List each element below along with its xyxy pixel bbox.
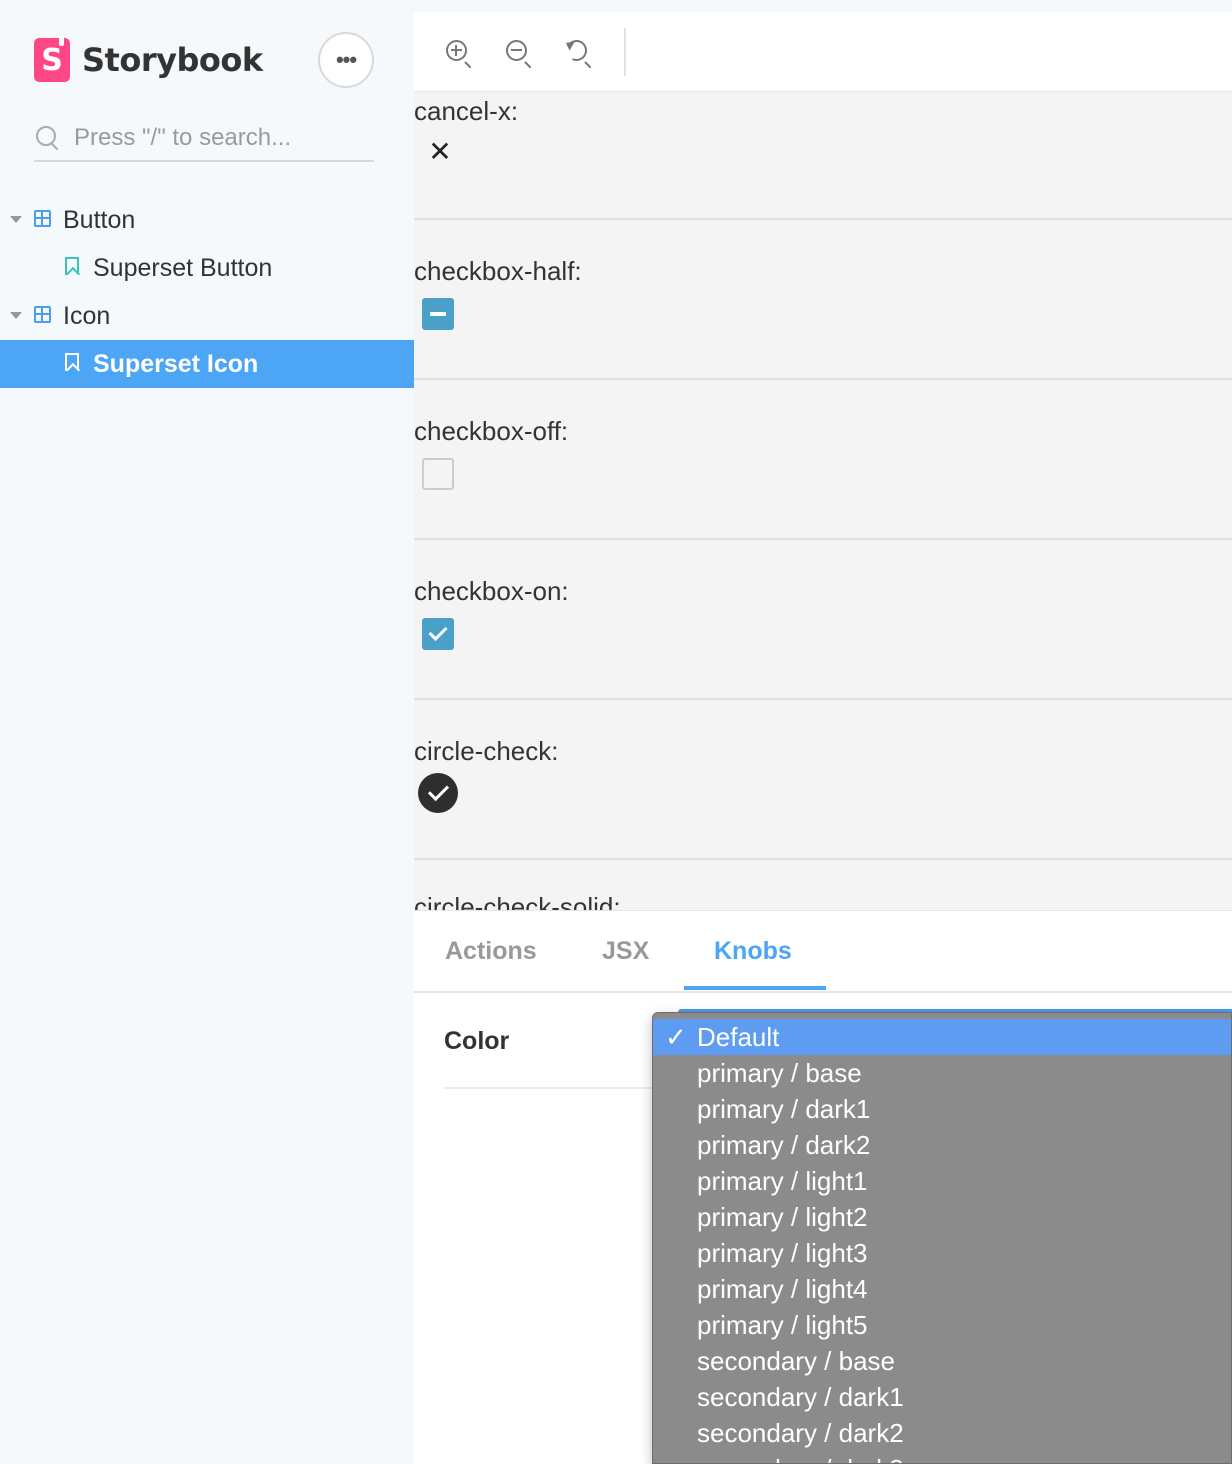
dropdown-option[interactable]: primary / dark1 [653, 1091, 1231, 1127]
caret-down-icon[interactable] [10, 312, 22, 319]
brand-title: Storybook [82, 41, 263, 79]
zoom-out-icon[interactable] [504, 38, 534, 69]
search-icon [34, 124, 62, 152]
icon-cell: checkbox-off: [414, 380, 1232, 540]
checkbox-off-icon [422, 458, 454, 490]
option-label: primary / light4 [697, 1274, 868, 1304]
dropdown-option[interactable]: primary / dark2 [653, 1127, 1231, 1163]
more-options-button[interactable]: ••• [318, 32, 374, 88]
circle-check-icon [418, 773, 458, 813]
bookmark-icon [65, 257, 79, 275]
search-input[interactable] [74, 124, 364, 152]
cancel-x-icon: ✕ [428, 136, 452, 167]
active-tab-indicator [684, 986, 826, 990]
option-label: primary / dark2 [697, 1130, 871, 1160]
tree-item-label: Button [63, 205, 136, 234]
brand[interactable]: S Storybook [34, 36, 263, 84]
component-icon [34, 210, 51, 227]
icon-cell: circle-check-solid: [414, 860, 1232, 910]
checkmark-icon: ✓ [665, 1022, 687, 1052]
zoom-in-icon[interactable] [444, 38, 474, 69]
icon-name: checkbox-off: [414, 416, 569, 446]
dropdown-option[interactable]: secondary / dark2 [653, 1415, 1231, 1451]
icon-name: checkbox-half: [414, 256, 582, 286]
icon-name: circle-check: [414, 736, 559, 766]
icon-name: checkbox-on: [414, 576, 569, 606]
icon-cell: circle-check: [414, 700, 1232, 860]
bookmark-icon [65, 353, 79, 371]
option-label: secondary / dark1 [697, 1382, 904, 1412]
option-label: primary / light2 [697, 1202, 868, 1232]
icon-name: cancel-x: [414, 96, 519, 126]
color-dropdown-menu: ✓ Default primary / base primary / dark1… [652, 1012, 1232, 1464]
option-label: primary / light5 [697, 1310, 868, 1340]
tree-item-label: Superset Icon [93, 349, 259, 378]
dropdown-option[interactable]: secondary / dark1 [653, 1379, 1231, 1415]
option-label: secondary / dark3 [697, 1451, 904, 1463]
tree-item-superset-icon[interactable]: Superset Icon [0, 340, 414, 388]
tab-actions[interactable]: Actions [445, 937, 537, 966]
dropdown-option[interactable]: primary / light5 [653, 1307, 1231, 1343]
option-label: secondary / base [697, 1346, 896, 1376]
dropdown-option[interactable]: primary / base [653, 1055, 1231, 1091]
option-label: primary / light1 [697, 1166, 868, 1196]
caret-down-icon[interactable] [10, 216, 22, 223]
icon-cell: cancel-x: ✕ [414, 92, 1232, 220]
addons-tabs: Actions JSX Knobs [414, 911, 1232, 993]
option-label: primary / light3 [697, 1238, 868, 1268]
dropdown-option[interactable]: secondary / dark3 [653, 1451, 1231, 1463]
tree-item-icon[interactable]: Icon [0, 292, 414, 340]
tree-item-superset-button[interactable]: Superset Button [0, 244, 414, 292]
tree-item-label: Icon [63, 301, 111, 330]
tab-jsx[interactable]: JSX [602, 937, 649, 966]
component-icon [34, 306, 51, 323]
dropdown-option[interactable]: primary / light3 [653, 1235, 1231, 1271]
ellipsis-icon: ••• [335, 47, 357, 72]
tree-item-label: Superset Button [93, 253, 273, 282]
zoom-reset-icon[interactable] [563, 37, 594, 69]
checkbox-on-icon [422, 618, 454, 650]
toolbar [414, 12, 1232, 92]
icon-cell: checkbox-half: [414, 220, 1232, 380]
dropdown-option[interactable]: primary / light1 [653, 1163, 1231, 1199]
dropdown-option[interactable]: secondary / base [653, 1343, 1231, 1379]
option-label: secondary / dark2 [697, 1418, 904, 1448]
option-label: primary / dark1 [697, 1094, 871, 1124]
sidebar: S Storybook ••• Button Superset Button I… [0, 0, 414, 1464]
icon-name: circle-check-solid: [414, 892, 621, 910]
storybook-logo-icon: S [34, 36, 70, 82]
toolbar-divider [624, 28, 626, 76]
tree-item-button[interactable]: Button [0, 196, 414, 244]
dropdown-option[interactable]: primary / light2 [653, 1199, 1231, 1235]
knob-label: Color [444, 1027, 510, 1055]
search-bar [34, 116, 374, 162]
tab-knobs[interactable]: Knobs [714, 937, 792, 966]
story-preview: cancel-x: ✕ checkbox-half: checkbox-off:… [414, 92, 1232, 910]
option-label: Default [697, 1022, 780, 1052]
dropdown-option[interactable]: primary / light4 [653, 1271, 1231, 1307]
icon-cell: checkbox-on: [414, 540, 1232, 700]
option-label: primary / base [697, 1058, 862, 1088]
checkbox-half-icon [422, 298, 454, 330]
dropdown-option[interactable]: ✓ Default [653, 1019, 1231, 1055]
story-tree: Button Superset Button Icon Superset Ico… [0, 196, 414, 388]
